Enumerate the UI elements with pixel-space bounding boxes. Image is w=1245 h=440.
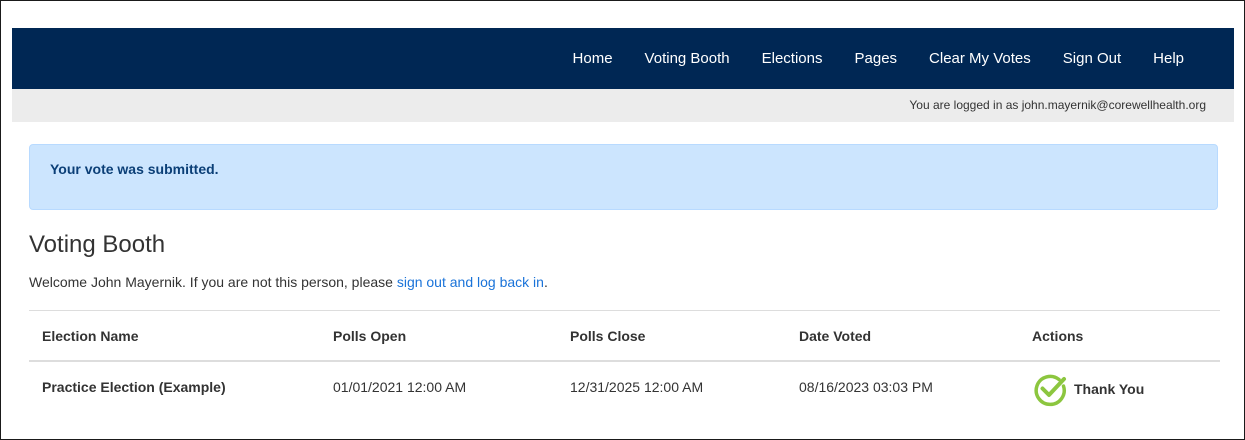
check-circle-icon xyxy=(1034,374,1066,407)
elections-table: Election Name Polls Open Polls Close Dat… xyxy=(29,310,1220,411)
welcome-text: Welcome John Mayernik. If you are not th… xyxy=(29,274,397,290)
cell-date-voted: 08/16/2023 03:03 PM xyxy=(799,378,933,395)
success-alert: Your vote was submitted. xyxy=(29,144,1218,210)
cell-polls-open: 01/01/2021 12:00 AM xyxy=(333,378,467,395)
nav-voting-booth[interactable]: Voting Booth xyxy=(629,28,746,89)
header-date-voted: Date Voted xyxy=(786,310,1019,362)
sign-out-link[interactable]: sign out and log back in xyxy=(397,274,544,290)
welcome-suffix: . xyxy=(543,274,548,290)
thank-you-label: Thank You xyxy=(1074,381,1145,397)
nav-elections[interactable]: Elections xyxy=(746,28,839,89)
nav-clear-my-votes[interactable]: Clear My Votes xyxy=(913,28,1047,89)
thank-you-status: Thank You xyxy=(1032,371,1144,407)
header-polls-close: Polls Close xyxy=(557,310,786,362)
page-title: Voting Booth xyxy=(29,231,166,258)
nav-links: Home Voting Booth Elections Pages Clear … xyxy=(557,28,1234,89)
top-navbar: Home Voting Booth Elections Pages Clear … xyxy=(12,28,1234,89)
header-polls-open: Polls Open xyxy=(320,310,557,362)
nav-sign-out[interactable]: Sign Out xyxy=(1047,28,1137,89)
table-row: Practice Election (Example) 01/01/2021 1… xyxy=(29,361,1220,411)
nav-home[interactable]: Home xyxy=(557,28,629,89)
alert-message: Your vote was submitted. xyxy=(50,161,219,177)
cell-actions: Thank You xyxy=(1019,361,1220,411)
header-election-name: Election Name xyxy=(29,310,320,362)
logged-in-text: You are logged in as john.mayernik@corew… xyxy=(909,98,1206,112)
nav-help[interactable]: Help xyxy=(1137,28,1234,89)
header-actions: Actions xyxy=(1019,310,1220,362)
nav-pages[interactable]: Pages xyxy=(839,28,914,89)
logged-in-bar: You are logged in as john.mayernik@corew… xyxy=(12,89,1234,122)
cell-election-name: Practice Election (Example) xyxy=(42,378,226,395)
table-header-row: Election Name Polls Open Polls Close Dat… xyxy=(29,310,1220,362)
welcome-message: Welcome John Mayernik. If you are not th… xyxy=(29,272,548,292)
cell-polls-close: 12/31/2025 12:00 AM xyxy=(570,378,704,395)
